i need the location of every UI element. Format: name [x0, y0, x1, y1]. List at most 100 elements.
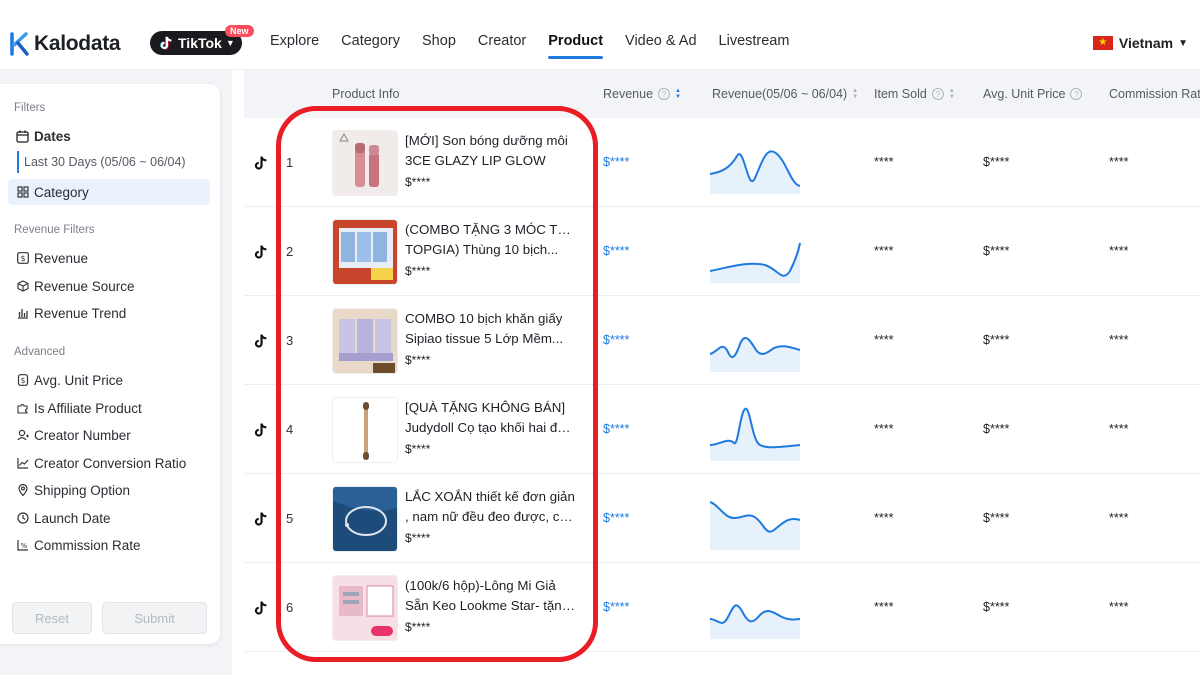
product-name[interactable]: [QUÀ TẶNG KHÔNG BÁN] Judydoll Cọ tạo khố… — [405, 398, 575, 438]
table-row[interactable]: 2 (COMBO TẶNG 3 MÓC TREO TOPGIA) Thùng 1… — [244, 207, 1200, 296]
reset-button[interactable]: Reset — [12, 602, 92, 634]
nav-livestream[interactable]: Livestream — [719, 33, 790, 59]
country-label: Vietnam — [1118, 35, 1174, 51]
revenue-filters-title: Revenue Filters — [14, 224, 95, 236]
nav-explore[interactable]: Explore — [270, 33, 319, 59]
country-selector[interactable]: ★ Vietnam ▼ — [1092, 35, 1188, 51]
avg-unit-price-value: $**** — [983, 155, 1010, 169]
filters-title: Filters — [14, 102, 46, 114]
avg-unit-price-value: $**** — [983, 511, 1010, 525]
filter-shipping-option[interactable]: Shipping Option — [8, 477, 210, 503]
revenue-trend-sparkline — [710, 501, 801, 550]
svg-text:%: % — [20, 542, 27, 550]
header-label: Revenue — [603, 87, 654, 101]
filter-revenue[interactable]: $ Revenue — [8, 245, 210, 271]
table-header: Product Info Revenue ? ▲ ▼ Revenue(05/06 … — [244, 70, 1200, 118]
header-avg-unit-price[interactable]: Avg. Unit Price ? — [983, 87, 1083, 101]
filter-is-affiliate-product[interactable]: Is Affiliate Product — [8, 395, 210, 421]
nav-video-ad[interactable]: Video & Ad — [625, 33, 697, 59]
filter-launch-date[interactable]: Launch Date — [8, 505, 210, 531]
nav-category[interactable]: Category — [341, 33, 400, 59]
help-icon[interactable]: ? — [931, 88, 944, 100]
table-row[interactable]: 5 LẮC XOẮN thiết kế đơn giản , nam nữ đề… — [244, 474, 1200, 563]
filter-avg-unit-price[interactable]: $ Avg. Unit Price — [8, 367, 210, 393]
advanced-title: Advanced — [14, 346, 66, 358]
header-revenue-trend[interactable]: Revenue(05/06 ~ 06/04) ▲ ▼ — [712, 87, 858, 101]
product-name[interactable]: [MỚI] Son bóng dưỡng môi 3CE GLAZY LIP G… — [405, 131, 575, 171]
revenue-trend-label: Revenue Trend — [34, 305, 127, 321]
table-row[interactable]: 1 [MỚI] Son bóng dưỡng môi 3CE GLAZY LIP… — [244, 118, 1200, 207]
product-name-line: [QUÀ TẶNG KHÔNG BÁN] — [405, 400, 566, 415]
product-price: $**** — [405, 353, 431, 367]
header-revenue[interactable]: Revenue ? ▲ ▼ — [603, 87, 681, 101]
avg-unit-price-value: $**** — [983, 422, 1010, 436]
sort-icon[interactable]: ▲ ▼ — [852, 88, 858, 100]
puzzle-icon — [16, 402, 29, 415]
kalodata-logo[interactable]: Kalodata — [10, 31, 121, 57]
product-name[interactable]: (100k/6 hộp)-Lông Mi Giả Sẵn Keo Lookme … — [405, 576, 575, 616]
revenue-value: $**** — [603, 511, 630, 525]
product-price: $**** — [405, 620, 431, 634]
top-header: Kalodata TikTok ▼ New Explore Category S… — [0, 0, 1200, 70]
sort-icon[interactable]: ▲ ▼ — [675, 88, 681, 100]
product-name[interactable]: LẮC XOẮN thiết kế đơn giản , nam nữ đều … — [405, 487, 575, 527]
avg-unit-price-value: $**** — [983, 244, 1010, 258]
is-affiliate-product-label: Is Affiliate Product — [34, 400, 142, 416]
dates-value[interactable]: Last 30 Days (05/06 ~ 06/04) — [17, 151, 186, 173]
submit-button[interactable]: Submit — [102, 602, 207, 634]
product-thumbnail[interactable] — [332, 397, 398, 463]
filter-creator-conversion-ratio[interactable]: Creator Conversion Ratio — [8, 450, 210, 476]
product-thumbnail[interactable] — [332, 308, 398, 374]
product-price: $**** — [405, 175, 431, 189]
shipping-option-label: Shipping Option — [34, 482, 131, 498]
revenue-value: $**** — [603, 155, 630, 169]
revenue-trend-sparkline — [710, 150, 801, 194]
help-icon[interactable]: ? — [1070, 88, 1083, 100]
nav-shop[interactable]: Shop — [422, 33, 456, 59]
filter-creator-number[interactable]: Creator Number — [8, 422, 210, 448]
percent-icon: % — [16, 539, 29, 552]
sort-icon[interactable]: ▲ ▼ — [949, 88, 955, 100]
header-label: Item Sold — [874, 87, 927, 101]
filter-dates[interactable]: Dates — [8, 123, 210, 149]
revenue-source-label: Revenue Source — [34, 278, 135, 294]
table-row[interactable]: 3 COMBO 10 bịch khăn giấy Sipiao tissue … — [244, 296, 1200, 385]
product-name-line: , nam nữ đều đeo được, câ... — [405, 509, 575, 524]
product-name-line: Sipiao tissue 5 Lớp Mềm... — [405, 331, 564, 346]
table-row[interactable]: 6 (100k/6 hộp)-Lông Mi Giả Sẵn Keo Lookm… — [244, 563, 1200, 652]
product-thumbnail[interactable] — [332, 575, 398, 641]
avg-unit-price-value: $**** — [983, 333, 1010, 347]
product-thumbnail[interactable] — [332, 130, 398, 196]
table-row[interactable]: 4 [QUÀ TẶNG KHÔNG BÁN] Judydoll Cọ tạo k… — [244, 385, 1200, 474]
filter-category[interactable]: Category — [8, 179, 210, 205]
avg-unit-price-label: Avg. Unit Price — [34, 372, 124, 388]
bar-chart-icon — [16, 307, 29, 320]
creator-conversion-ratio-label: Creator Conversion Ratio — [34, 455, 187, 471]
filter-revenue-trend[interactable]: Revenue Trend — [8, 300, 210, 326]
help-icon[interactable]: ? — [658, 88, 671, 100]
vietnam-flag-icon: ★ — [1092, 36, 1113, 50]
item-sold-value: **** — [874, 422, 894, 436]
calendar-icon — [16, 130, 29, 143]
rank-number: 2 — [286, 244, 294, 259]
brand-name: Kalodata — [34, 32, 121, 55]
filter-commission-rate[interactable]: % Commission Rate — [8, 532, 210, 558]
product-thumbnail[interactable] — [332, 486, 398, 552]
price-tag-icon: $ — [16, 374, 29, 387]
nav-creator[interactable]: Creator — [478, 33, 526, 59]
product-name[interactable]: COMBO 10 bịch khăn giấy Sipiao tissue 5 … — [405, 309, 575, 349]
tiktok-icon — [254, 511, 268, 527]
tiktok-icon — [160, 36, 173, 50]
header-item-sold[interactable]: Item Sold ? ▲ ▼ — [874, 87, 955, 101]
product-name-line: COMBO 10 bịch khăn giấy — [405, 311, 563, 326]
product-thumbnail[interactable] — [332, 219, 398, 285]
product-name-line: (COMBO TẶNG 3 MÓC TREO — [405, 222, 575, 237]
item-sold-value: **** — [874, 333, 894, 347]
revenue-trend-sparkline — [710, 407, 801, 461]
product-name[interactable]: (COMBO TẶNG 3 MÓC TREO TOPGIA) Thùng 10 … — [405, 220, 575, 260]
header-commission-rate[interactable]: Commission Rate — [1109, 87, 1200, 101]
revenue-value: $**** — [603, 422, 630, 436]
nav-product[interactable]: Product — [548, 33, 603, 59]
dates-label: Dates — [34, 128, 71, 144]
filter-revenue-source[interactable]: Revenue Source — [8, 273, 210, 299]
